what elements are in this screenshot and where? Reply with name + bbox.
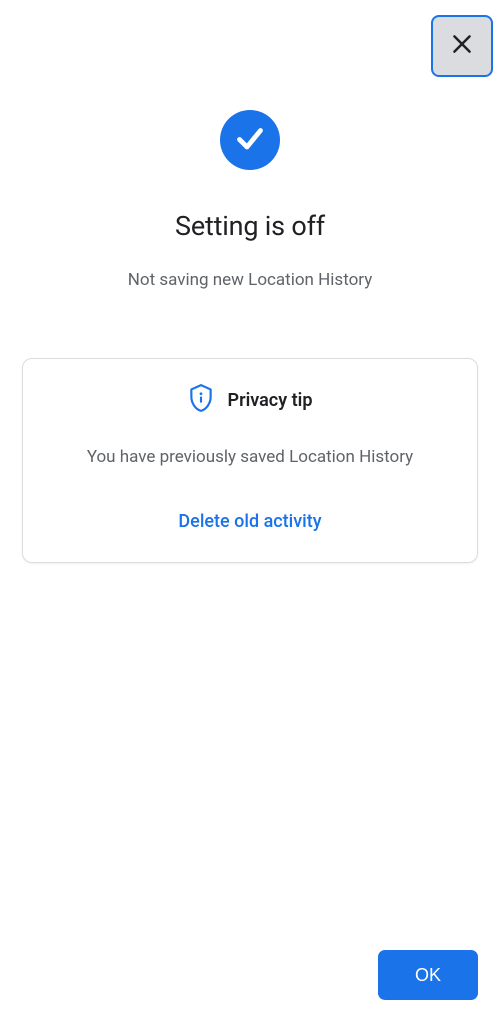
checkmark-icon	[232, 120, 268, 160]
privacy-tip-header: Privacy tip	[43, 383, 457, 417]
privacy-tip-body: You have previously saved Location Histo…	[43, 447, 457, 467]
close-icon	[449, 31, 475, 61]
checkmark-badge	[220, 110, 280, 170]
delete-old-activity-link[interactable]: Delete old activity	[43, 511, 457, 532]
page-subtitle: Not saving new Location History	[0, 270, 500, 290]
privacy-tip-heading: Privacy tip	[228, 390, 313, 411]
close-button[interactable]	[431, 15, 493, 77]
ok-button[interactable]: OK	[378, 950, 478, 1000]
page-title: Setting is off	[0, 210, 500, 242]
privacy-tip-card: Privacy tip You have previously saved Lo…	[22, 358, 478, 563]
main-content: Setting is off Not saving new Location H…	[0, 0, 500, 563]
shield-info-icon	[188, 383, 214, 417]
